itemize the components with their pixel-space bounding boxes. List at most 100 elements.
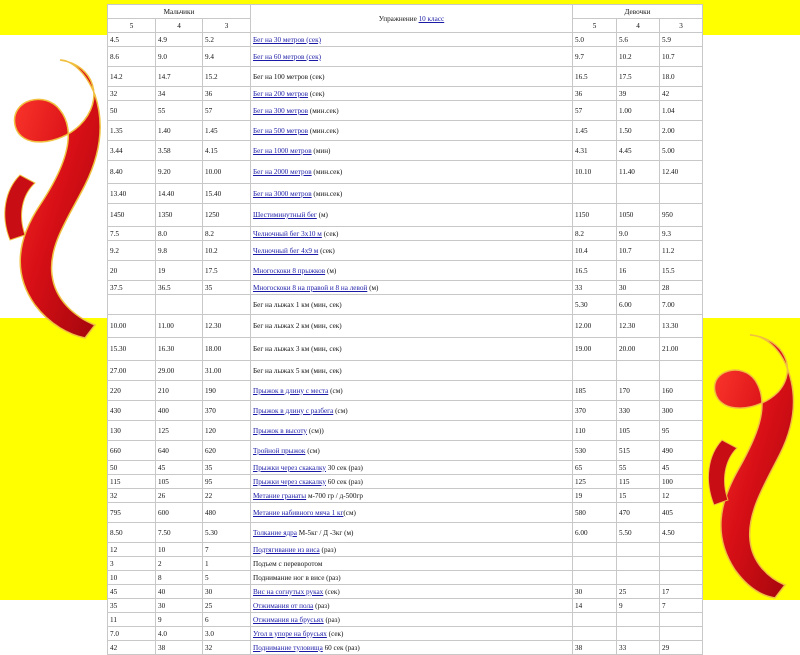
exercise-link[interactable]: Прыжок в длину с разбега [253, 407, 333, 415]
exercise-link[interactable]: Бег на 60 метров (сек) [253, 53, 321, 61]
girls-grade-4-cell: 10.2 [616, 46, 660, 67]
boys-grade-5-cell: 35 [107, 598, 156, 613]
girls-grade-3-cell [659, 626, 703, 641]
exercise-text: Бег на лыжах 3 км (мин, сек) [253, 345, 342, 353]
girls-grade-3-cell: 28 [659, 280, 703, 295]
exercise-link[interactable]: Бег на 30 метров (сек) [253, 36, 321, 44]
exercise-link[interactable]: Бег на 2000 метров [253, 168, 312, 176]
exercise-link[interactable]: Поднимание туловища [253, 644, 323, 652]
exercise-link[interactable]: Вис на согнутых руках [253, 588, 323, 596]
table-row: 8.50 7.50 5.30 Толкание ядра М-5кг / Д -3кг… [107, 522, 703, 543]
boys-grade-4-cell: 9.20 [155, 160, 203, 184]
girls-grade-3-cell: 5.00 [659, 140, 703, 161]
exercise-link[interactable]: Прыжки через скакалку [253, 464, 326, 472]
exercise-text: (мин.сек) [308, 126, 339, 135]
girls-grade-4-cell: 1.50 [616, 120, 660, 141]
girls-grade-5-cell: 65 [572, 460, 617, 475]
table-row: 14.2 14.7 15.2 Бег на 100 метров (сек) 16.5 1… [107, 66, 703, 87]
exercise-link[interactable]: Бег на 200 метров [253, 90, 308, 98]
girls-grade-3-cell [659, 542, 703, 557]
boys-grade-4-cell: 26 [155, 488, 203, 503]
exercise-link[interactable]: Прыжок в длину с места [253, 387, 328, 395]
table-row: 8.6 9.0 9.4 Бег на 60 метров (сек) 9.7 10.2 10… [107, 46, 703, 67]
exercise-link[interactable]: Челночный бег 4х9 м [253, 247, 318, 255]
exercise-name-cell: Бег на 3000 метров (мин.сек) [250, 183, 573, 204]
exercise-link[interactable]: Челночный бег 3х10 м [253, 230, 322, 238]
boys-grade-5-cell: 8.6 [107, 46, 156, 67]
boys-grade-4-cell: 9 [155, 612, 203, 627]
exercise-link[interactable]: Бег на 300 метров [253, 107, 308, 115]
boys-grade-4-cell: 38 [155, 640, 203, 655]
boys-grade-4-cell: 8.0 [155, 226, 203, 241]
exercise-text: (сек) [308, 89, 325, 98]
exercise-link[interactable]: Многоскоки 8 прыжков [253, 267, 325, 275]
exercise-name-cell: Бег на 100 метров (сек) [250, 66, 573, 87]
boys-grade-4-cell: 10 [155, 542, 203, 557]
boys-grade-4-cell: 400 [155, 400, 203, 421]
boys-grade-5-cell: 430 [107, 400, 156, 421]
girls-grade-4-cell [616, 542, 660, 557]
exercise-link[interactable]: Метание набивного мяча 1 кг [253, 509, 343, 517]
boys-grade-3-cell: 32 [202, 640, 251, 655]
exercise-link[interactable]: Бег на 500 метров [253, 127, 308, 135]
girls-grade-4-cell: 4.45 [616, 140, 660, 161]
exercise-link[interactable]: Прыжок в высоту [253, 427, 307, 435]
boys-grade-4-cell: 34 [155, 86, 203, 101]
girls-grade-3-cell: 160 [659, 380, 703, 401]
boys-grade-5-cell: 660 [107, 440, 156, 461]
exercise-text: Бег на лыжах 1 км (мин, сек) [253, 300, 342, 309]
girls-grade-5-cell [572, 570, 617, 585]
boys-grade-4-cell: 600 [155, 502, 203, 523]
table-row: 9.2 9.8 10.2 Челночный бег 4х9 м (сек) 10.4 1… [107, 240, 703, 261]
boys-grade-3-cell: 4.15 [202, 140, 251, 161]
girls-grade-3-cell: 2.00 [659, 120, 703, 141]
exercise-link[interactable]: Метание гранаты [253, 492, 306, 500]
table-row: 4.5 4.9 5.2 Бег на 30 метров (сек) 5.0 5.6 5.9 [107, 32, 703, 47]
table-row: 32 34 36 Бег на 200 метров (сек) 36 39 42 [107, 86, 703, 101]
girls-grade-4-cell: 12.30 [616, 314, 660, 338]
exercise-link[interactable]: Толкание ядра [253, 529, 297, 537]
boys-grade-5-cell: 50 [107, 460, 156, 475]
grade-10-link[interactable]: 10 класс [419, 15, 445, 23]
boys-grade-5-cell: 1.35 [107, 120, 156, 141]
girls-grade-5-cell: 36 [572, 86, 617, 101]
exercise-link[interactable]: Бег на 1000 метров [253, 147, 312, 155]
table-row: 130 125 120 Прыжок в высоту (см)) 110 105 95 [107, 420, 703, 441]
exercise-link[interactable]: Бег на 3000 метров [253, 190, 312, 198]
girls-grade-5-cell: 9.7 [572, 46, 617, 67]
exercise-name-cell: Отжимания от пола (раз) [250, 598, 573, 613]
girls-grade-5-cell: 5.0 [572, 32, 617, 47]
girls-grade-3: 3 [659, 18, 703, 33]
boys-grade-4-cell: 16.30 [155, 337, 203, 361]
exercise-link[interactable]: Подтягивание из виса [253, 546, 320, 554]
girls-grade-5-cell: 12.00 [572, 314, 617, 338]
girls-grade-4-cell: 330 [616, 400, 660, 421]
table-row: 11 9 6 Отжимания на брусьях (раз) [107, 612, 703, 627]
exercise-link[interactable]: Шестиминутный бег [253, 211, 317, 219]
table-row: 3.44 3.58 4.15 Бег на 1000 метров (мин) 4.31… [107, 140, 703, 161]
exercise-link[interactable]: Угол в упоре на брусьях [253, 630, 327, 638]
boys-grade-3-cell: 5.30 [202, 522, 251, 543]
exercise-link[interactable]: Многоскоки 8 на правой и 8 на левой [253, 284, 367, 292]
boys-grade-5-cell: 45 [107, 584, 156, 599]
exercise-link[interactable]: Прыжки через скакалку [253, 478, 326, 486]
boys-grade-3-cell: 3.0 [202, 626, 251, 641]
girls-grade-3-cell: 490 [659, 440, 703, 461]
fitness-standards-table: Мальчики Упражнение 10 класс Девочки 5 4… [107, 4, 703, 655]
boys-grade-5-cell [107, 294, 156, 315]
girls-grade-4-cell [616, 626, 660, 641]
girls-header: Девочки [572, 4, 703, 19]
exercise-link[interactable]: Тройной прыжок [253, 447, 305, 455]
exercise-text: 60 сек (раз) [326, 477, 363, 486]
boys-grade-3-cell: 1 [202, 556, 251, 571]
exercise-name-cell: Подъем с переворотом [250, 556, 573, 571]
exercise-name-cell: Бег на 30 метров (сек) [250, 32, 573, 47]
exercise-link[interactable]: Отжимания от пола [253, 602, 313, 610]
girls-grade-5-cell: 5.30 [572, 294, 617, 315]
table-row: 13.40 14.40 15.40 Бег на 3000 метров (мин.с… [107, 183, 703, 204]
boys-grade-5-cell: 15.30 [107, 337, 156, 361]
red-ribbon-left-icon [4, 59, 101, 339]
boys-grade-3-cell: 22 [202, 488, 251, 503]
table-row: 660 640 620 Тройной прыжок (см) 530 515 490 [107, 440, 703, 461]
exercise-link[interactable]: Отжимания на брусьях [253, 616, 324, 624]
